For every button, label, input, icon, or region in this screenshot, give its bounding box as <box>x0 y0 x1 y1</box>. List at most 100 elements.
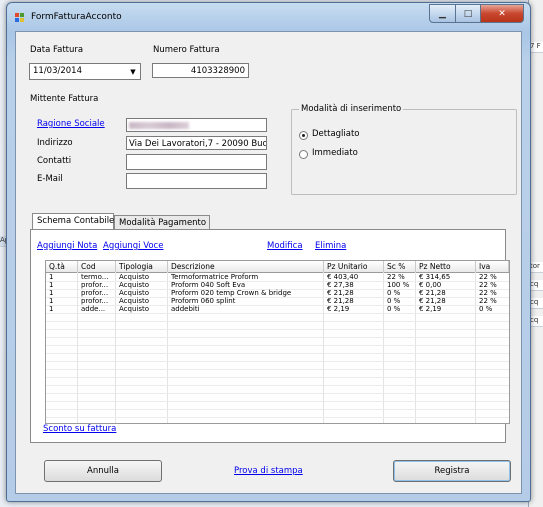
cell-pz-unitario: € 27,38 <box>327 281 354 289</box>
table-row[interactable]: 1 profor... Acquisto Proform 060 splint € 21… <box>46 297 509 305</box>
cell-pz-unitario: € 403,40 <box>327 273 359 281</box>
ragione-sociale-redacted <box>129 121 189 131</box>
cell-tipologia: Acquisto <box>119 289 150 297</box>
grid-row-divider <box>46 401 509 402</box>
maximize-button[interactable]: □ <box>456 4 481 23</box>
grid-row-divider <box>46 329 509 330</box>
fattura-acconto-window: FormFatturaAcconto ▁ □ ✕ Data Fattura 11… <box>6 2 531 502</box>
window-controls: ▁ □ ✕ <box>429 4 524 23</box>
cell-cod: adde... <box>81 305 106 313</box>
column-header-pz-netto[interactable]: Pz Netto <box>416 261 476 272</box>
grid-row-divider <box>46 409 509 410</box>
tab-modalita-pagamento[interactable]: Modalità Pagamento <box>114 215 210 229</box>
cell-cod: termo... <box>81 273 109 281</box>
grid-row-divider <box>46 321 509 322</box>
table-row[interactable]: 1 adde... Acquisto addebiti € 2,19 0 % € 2,19 0… <box>46 305 509 313</box>
numero-fattura-field[interactable]: 4103328900 <box>152 63 249 78</box>
background-cell: tor <box>530 262 543 273</box>
grid-row-divider <box>46 361 509 362</box>
grid-row-divider <box>46 369 509 370</box>
modifica-link[interactable]: Modifica <box>267 241 303 251</box>
indirizzo-field[interactable]: Via Dei Lavoratori,7 - 20090 Bucc <box>126 136 267 150</box>
background-cell: cq <box>530 280 543 291</box>
column-header-cod[interactable]: Cod <box>78 261 116 272</box>
grid-row-divider <box>46 377 509 378</box>
voci-grid[interactable]: Q.tà Cod Tipologia Descrizione Pz Unitario Sc… <box>45 260 510 424</box>
immediato-label[interactable]: Immediato <box>312 148 358 158</box>
cell-descrizione: Proform 040 Soft Eva <box>171 281 246 289</box>
column-header-pz-unitario[interactable]: Pz Unitario <box>324 261 384 272</box>
cell-iva: 22 % <box>479 297 497 305</box>
contatti-field[interactable] <box>126 154 267 170</box>
cell-qta: 1 <box>49 273 54 281</box>
cell-cod: profor... <box>81 297 109 305</box>
aggiungi-voce-link[interactable]: Aggiungi Voce <box>103 241 163 251</box>
cell-pz-netto: € 21,28 <box>419 289 446 297</box>
cell-iva: 0 % <box>479 305 493 313</box>
cell-pz-unitario: € 21,28 <box>327 297 354 305</box>
cell-qta: 1 <box>49 297 54 305</box>
minimize-button[interactable]: ▁ <box>429 4 456 23</box>
email-label: E-Mail <box>37 174 63 184</box>
contatti-label: Contatti <box>37 156 72 166</box>
cell-qta: 1 <box>49 289 54 297</box>
aggiungi-nota-link[interactable]: Aggiungi Nota <box>37 241 97 251</box>
cell-tipologia: Acquisto <box>119 305 150 313</box>
mittente-section-label: Mittente Fattura <box>30 94 99 104</box>
cell-pz-unitario: € 2,19 <box>327 305 350 313</box>
schema-contabile-panel: Aggiungi Nota Aggiungi Voce Modifica Eli… <box>30 229 510 443</box>
background-cell: 7 F <box>530 42 543 53</box>
cell-descrizione: Proform 020 temp Crown & bridge <box>171 289 292 297</box>
cell-descrizione: addebiti <box>171 305 200 313</box>
column-header-tipologia[interactable]: Tipologia <box>116 261 168 272</box>
dettagliato-label[interactable]: Dettagliato <box>312 129 360 139</box>
cell-pz-netto: € 0,00 <box>419 281 442 289</box>
tab-schema-contabile[interactable]: Schema Contabile <box>32 213 114 229</box>
cell-sconto: 0 % <box>387 289 401 297</box>
data-fattura-value: 11/03/2014 <box>33 66 82 76</box>
column-header-sconto[interactable]: Sc % <box>384 261 416 272</box>
grid-row-divider <box>46 417 509 418</box>
cell-descrizione: Termoformatrice Proform <box>171 273 259 281</box>
immediato-radio[interactable] <box>299 150 308 159</box>
ragione-sociale-field[interactable] <box>126 118 267 132</box>
column-header-iva[interactable]: Iva <box>476 261 509 272</box>
email-field[interactable] <box>126 173 267 189</box>
maximize-icon: □ <box>463 8 473 19</box>
window-title: FormFatturaAcconto <box>31 12 122 22</box>
grid-row-divider <box>46 393 509 394</box>
sconto-su-fattura-link[interactable]: Sconto su fattura <box>43 424 116 434</box>
grid-row-divider <box>46 345 509 346</box>
column-header-descrizione[interactable]: Descrizione <box>168 261 324 272</box>
dettagliato-radio[interactable] <box>299 131 308 140</box>
cell-descrizione: Proform 060 splint <box>171 297 236 305</box>
elimina-link[interactable]: Elimina <box>315 241 346 251</box>
data-fattura-datepicker[interactable]: 11/03/2014 ▼ <box>29 63 141 80</box>
ragione-sociale-link[interactable]: Ragione Sociale <box>37 119 105 129</box>
modalita-inserimento-group: Modalità di inserimento Dettagliato Imme… <box>291 104 517 195</box>
cell-tipologia: Acquisto <box>119 281 150 289</box>
table-row[interactable]: 1 profor... Acquisto Proform 040 Soft Eva € … <box>46 281 509 289</box>
close-icon: ✕ <box>498 8 506 19</box>
background-cell: cq <box>530 298 543 309</box>
numero-fattura-label: Numero Fattura <box>153 45 220 55</box>
cell-sconto: 100 % <box>387 281 410 289</box>
cell-iva: 22 % <box>479 281 497 289</box>
radio-selected-dot <box>302 134 305 137</box>
table-row[interactable]: 1 profor... Acquisto Proform 020 temp Crown… <box>46 289 509 297</box>
table-row[interactable]: 1 termo... Acquisto Termoformatrice Proform… <box>46 273 509 281</box>
prova-di-stampa-link[interactable]: Prova di stampa <box>234 466 303 476</box>
close-button[interactable]: ✕ <box>481 4 524 23</box>
background-cell: cq <box>530 316 543 327</box>
cell-pz-netto: € 2,19 <box>419 305 442 313</box>
grid-row-divider <box>46 337 509 338</box>
title-bar[interactable]: FormFatturaAcconto ▁ □ ✕ <box>7 3 530 31</box>
indirizzo-label: Indirizzo <box>37 138 73 148</box>
minimize-icon: ▁ <box>439 8 446 19</box>
chevron-down-icon[interactable]: ▼ <box>126 64 140 79</box>
registra-button[interactable]: Registra <box>393 460 511 482</box>
cell-cod: profor... <box>81 289 109 297</box>
cell-iva: 22 % <box>479 273 497 281</box>
column-header-qta[interactable]: Q.tà <box>46 261 78 272</box>
annulla-button[interactable]: Annulla <box>44 460 162 482</box>
